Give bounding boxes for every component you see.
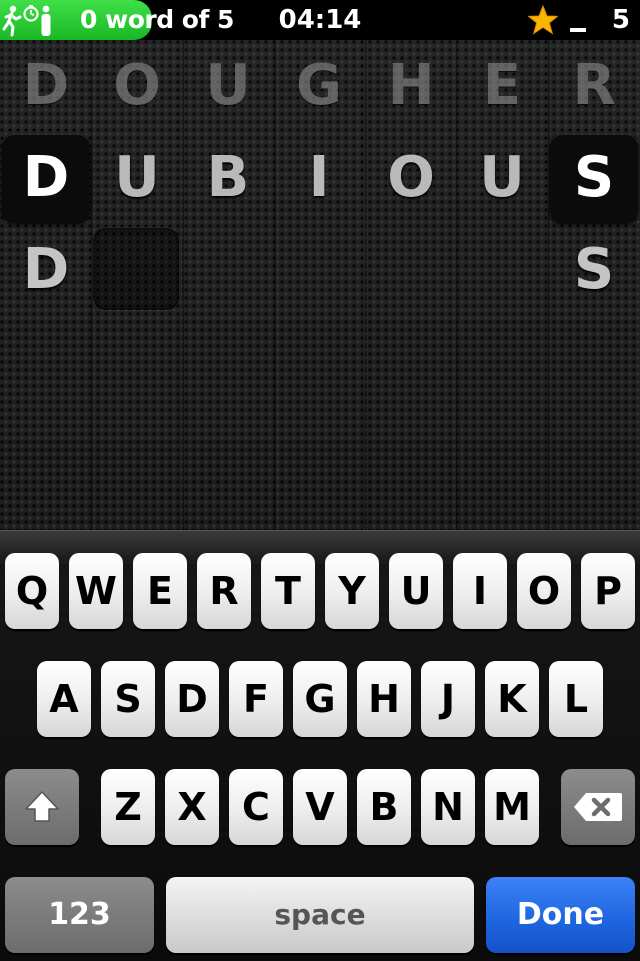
word-row-3: D S	[0, 226, 640, 316]
word-row-2: D U B I O U S	[0, 134, 640, 224]
letter-cell: U	[114, 145, 160, 210]
keyboard: Q W E R T Y U I O P A S D F G H J K L Z …	[0, 530, 640, 961]
letter-cell: R	[572, 53, 616, 118]
key[interactable]: C	[229, 769, 283, 845]
key[interactable]: I	[453, 553, 507, 629]
shift-key[interactable]	[5, 769, 79, 845]
key[interactable]: Z	[101, 769, 155, 845]
letter-cell: G	[296, 53, 342, 118]
letter-cell: H	[387, 53, 435, 118]
letter-cell: B	[206, 145, 250, 210]
key[interactable]: V	[293, 769, 347, 845]
key[interactable]: X	[165, 769, 219, 845]
letter-cell-highlighted: S	[550, 134, 638, 222]
key[interactable]: K	[485, 661, 539, 737]
letter-cell: U	[205, 53, 251, 118]
key[interactable]: D	[165, 661, 219, 737]
key[interactable]: Y	[325, 553, 379, 629]
key[interactable]: B	[357, 769, 411, 845]
letter-cell: U	[479, 145, 525, 210]
key[interactable]: F	[229, 661, 283, 737]
key[interactable]: W	[69, 553, 123, 629]
star-icon	[528, 5, 558, 35]
key[interactable]: G	[293, 661, 347, 737]
key[interactable]: S	[101, 661, 155, 737]
letter-cell: S	[573, 237, 615, 302]
word-row-1: D O U G H E R	[0, 42, 640, 132]
key[interactable]: A	[37, 661, 91, 737]
key[interactable]: P	[581, 553, 635, 629]
key[interactable]: N	[421, 769, 475, 845]
backspace-key[interactable]	[561, 769, 635, 845]
space-key[interactable]: space	[166, 877, 474, 953]
letter-cell: D	[22, 237, 70, 302]
backspace-icon	[574, 793, 622, 821]
score-value: 5	[611, 5, 630, 35]
key[interactable]: E	[133, 553, 187, 629]
key[interactable]: H	[357, 661, 411, 737]
letter-cell: E	[482, 53, 522, 118]
numbers-key[interactable]: 123	[5, 877, 154, 953]
shift-arrow-icon	[25, 791, 59, 822]
score-separator	[570, 28, 586, 32]
key[interactable]: M	[485, 769, 539, 845]
letter-cell: O	[113, 53, 161, 118]
letter-cell-highlighted: D	[2, 134, 90, 222]
key[interactable]: T	[261, 553, 315, 629]
status-bar: 0 word of 5 04:14 5	[0, 0, 640, 40]
done-button[interactable]: Done	[486, 877, 635, 953]
key[interactable]: Q	[5, 553, 59, 629]
letter-cell: I	[308, 145, 330, 210]
letter-cell: D	[22, 53, 70, 118]
key[interactable]: R	[197, 553, 251, 629]
key[interactable]: U	[389, 553, 443, 629]
game-board: D O U G H E R D U B I O U S D S	[0, 0, 640, 530]
letter-cell: O	[387, 145, 435, 210]
key[interactable]: O	[517, 553, 571, 629]
key[interactable]: L	[549, 661, 603, 737]
key[interactable]: J	[421, 661, 475, 737]
